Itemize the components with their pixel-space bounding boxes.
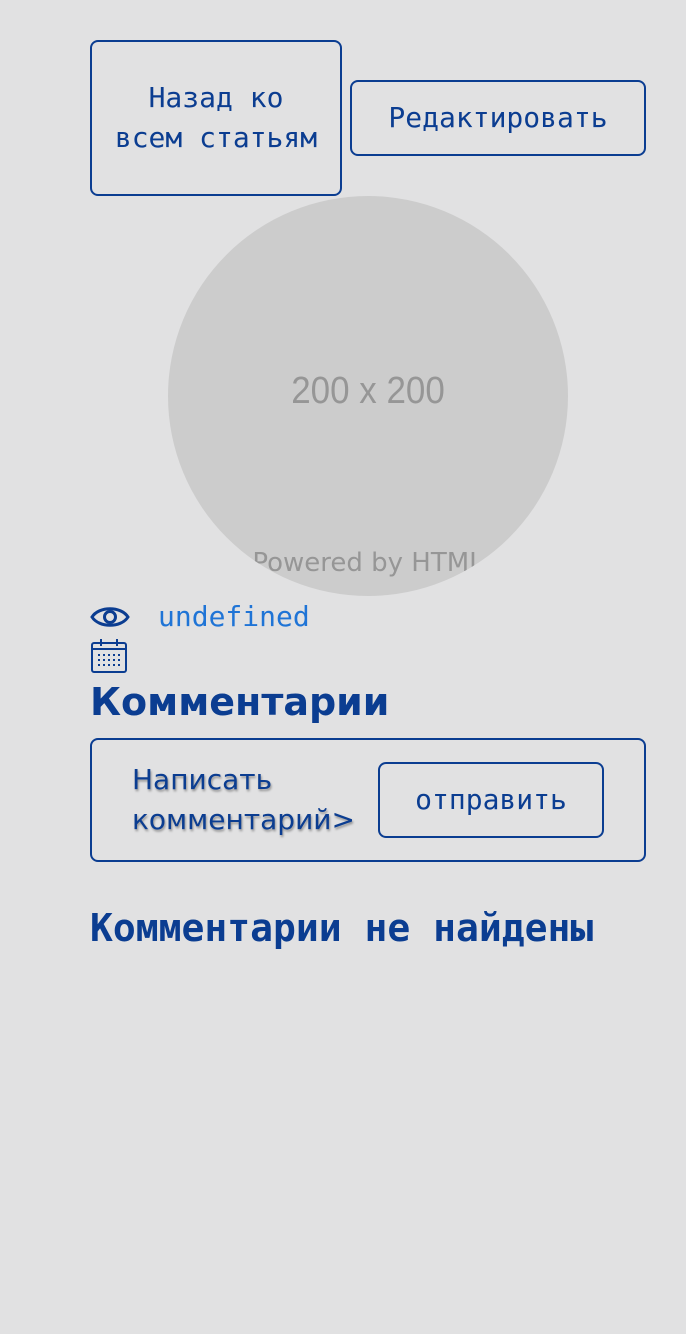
back-to-articles-button[interactable]: Назад ко всем статьям bbox=[90, 40, 342, 196]
calendar-icon bbox=[91, 639, 127, 673]
send-comment-button[interactable]: отправить bbox=[378, 762, 604, 838]
comment-form: Написать комментарий> отправить bbox=[90, 738, 646, 862]
comment-input[interactable]: Написать комментарий> bbox=[132, 760, 362, 840]
no-comments-message: Комментарии не найдены bbox=[90, 906, 594, 950]
comments-heading: Комментарии bbox=[90, 680, 390, 724]
edit-button[interactable]: Редактировать bbox=[350, 80, 646, 156]
eye-icon bbox=[90, 607, 130, 627]
article-image: 200 x 200 Powered by HTML bbox=[168, 196, 568, 596]
views-count: undefined bbox=[158, 600, 310, 633]
views-row: undefined bbox=[90, 598, 310, 636]
image-powered-text: Powered by HTML bbox=[252, 548, 484, 578]
image-size-text: 200 x 200 bbox=[291, 370, 445, 412]
